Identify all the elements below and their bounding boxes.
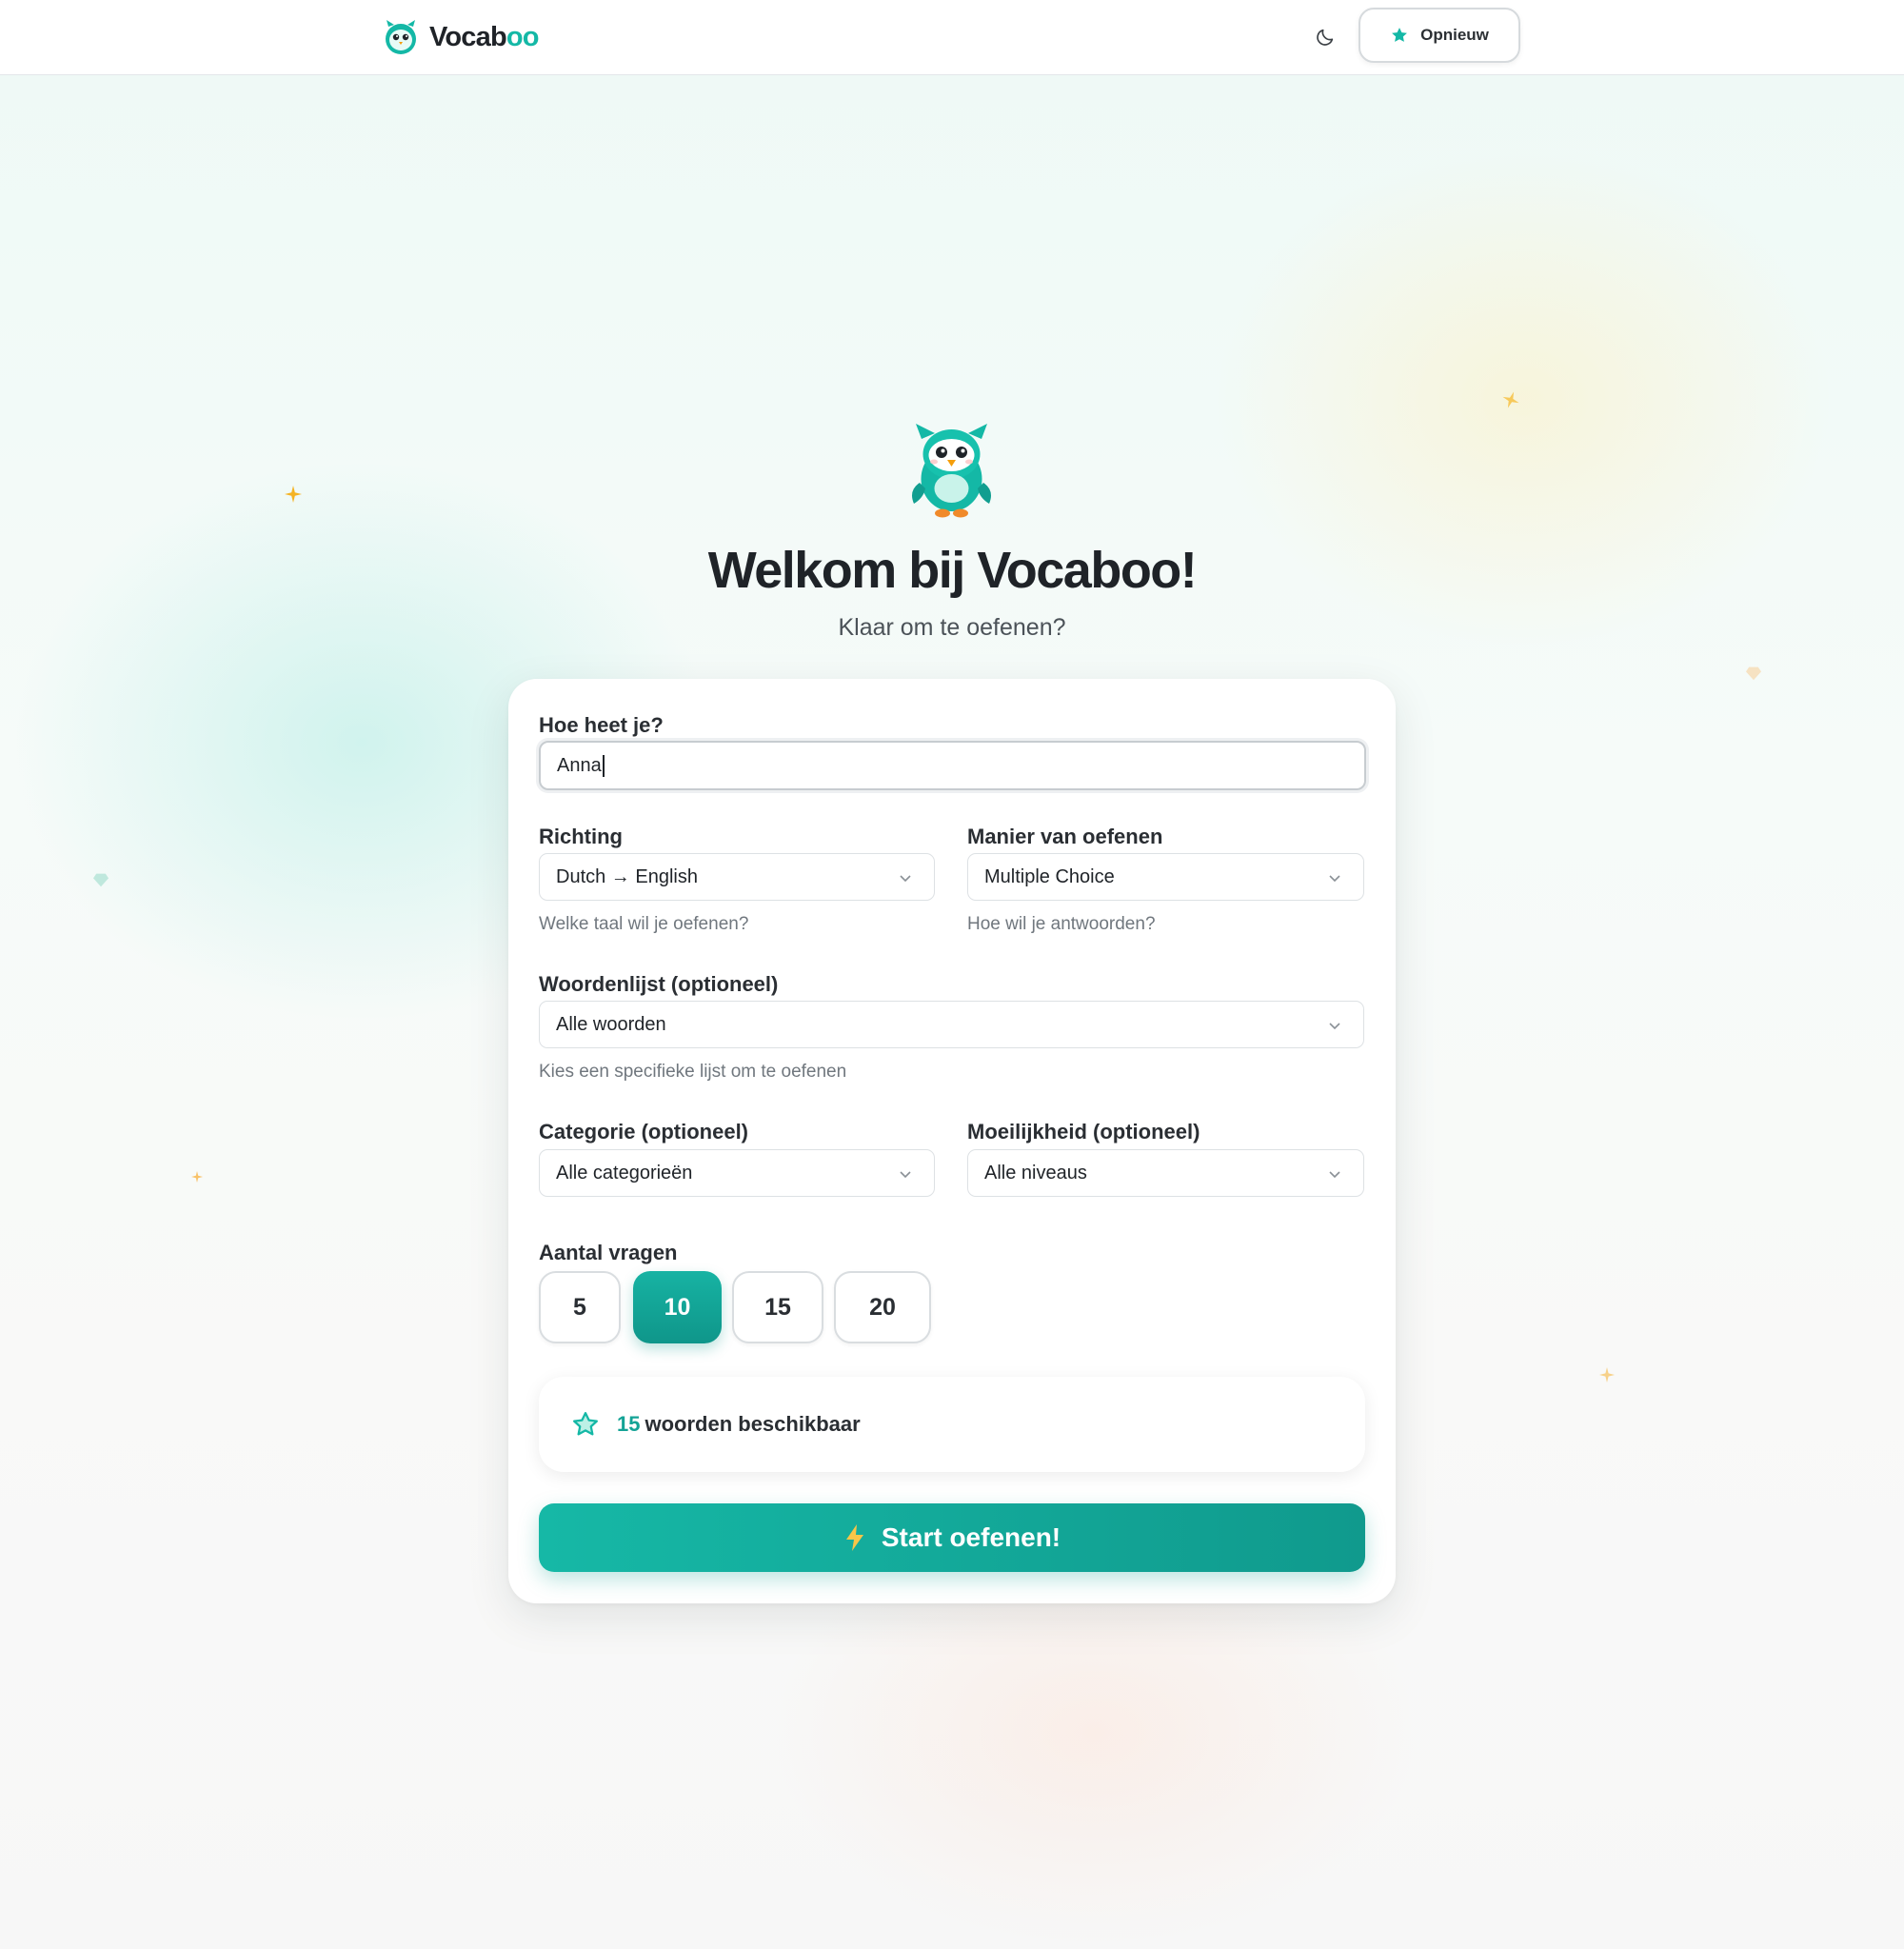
chevron-down-icon — [900, 875, 911, 883]
difficulty-select-value: Alle niveaus — [984, 1162, 1087, 1183]
logo-text: Vocaboo — [429, 21, 540, 52]
page-subtitle: Klaar om te oefenen? — [838, 614, 1066, 641]
restart-label: Opnieuw — [1420, 26, 1489, 44]
category-select-value: Alle categorieën — [556, 1162, 693, 1183]
restart-button[interactable]: Opnieuw — [1359, 8, 1520, 63]
mode-select-value: Multiple Choice — [984, 865, 1115, 887]
count-option-15[interactable]: 15 — [732, 1271, 823, 1343]
chevron-down-icon — [900, 1171, 911, 1179]
category-select[interactable]: Alle categorieën — [539, 1149, 935, 1197]
wordlist-select-value: Alle woorden — [556, 1013, 666, 1035]
practice-setup-card: Hoe heet je? Anna Richting Dutch → Engli… — [508, 679, 1396, 1603]
count-option-20[interactable]: 20 — [834, 1271, 931, 1343]
category-label: Categorie (optioneel) — [539, 1120, 749, 1144]
sparkle-icon — [1502, 391, 1519, 408]
sparkle-icon — [1599, 1367, 1615, 1382]
chevron-down-icon — [1329, 1023, 1340, 1030]
direction-label: Richting — [539, 825, 623, 848]
available-words-panel: 15 woorden beschikbaar — [539, 1377, 1365, 1472]
start-practice-button[interactable]: Start oefenen! — [539, 1503, 1365, 1572]
available-count: 15 — [617, 1412, 641, 1436]
star-icon — [1392, 28, 1408, 42]
mode-label: Manier van oefenen — [967, 825, 1163, 848]
lightning-icon — [845, 1524, 863, 1551]
name-label: Hoe heet je? — [539, 713, 664, 737]
question-count-label: Aantal vragen — [539, 1241, 678, 1264]
available-text: woorden beschikbaar — [645, 1412, 861, 1436]
mode-select[interactable]: Multiple Choice — [967, 853, 1364, 901]
difficulty-label: Moeilijkheid (optioneel) — [967, 1120, 1200, 1144]
gem-icon — [93, 873, 109, 887]
wordlist-select[interactable]: Alle woorden — [539, 1001, 1364, 1048]
owl-mascot-icon — [912, 424, 991, 518]
direction-select-value: Dutch → English — [556, 865, 698, 887]
owl-logo-icon — [386, 20, 416, 54]
wordlist-label: Woordenlijst (optioneel) — [539, 972, 779, 996]
sparkle-icon — [285, 486, 302, 503]
moon-icon — [1317, 29, 1334, 46]
chevron-down-icon — [1329, 875, 1340, 883]
wordlist-hint: Kies een specifieke lijst om te oefenen — [539, 1062, 847, 1082]
name-input-value: Anna — [557, 754, 602, 776]
logo[interactable]: Vocaboo — [383, 18, 540, 56]
mode-hint: Hoe wil je antwoorden? — [967, 914, 1156, 934]
top-bar: Vocaboo Opnieuw — [0, 0, 1904, 75]
star-icon — [573, 1412, 598, 1436]
direction-hint: Welke taal wil je oefenen? — [539, 914, 749, 934]
sparkle-icon — [191, 1171, 203, 1183]
direction-select[interactable]: Dutch → English — [539, 853, 935, 901]
chevron-down-icon — [1329, 1171, 1340, 1179]
page-title: Welkom bij Vocaboo! — [707, 542, 1198, 599]
count-option-5[interactable]: 5 — [539, 1271, 621, 1343]
gem-icon — [1746, 666, 1761, 681]
theme-toggle-button[interactable] — [1311, 23, 1339, 51]
name-input[interactable]: Anna — [539, 741, 1366, 790]
text-cursor — [602, 754, 605, 777]
count-option-10[interactable]: 10 — [633, 1271, 722, 1343]
difficulty-select[interactable]: Alle niveaus — [967, 1149, 1364, 1197]
start-practice-label: Start oefenen! — [881, 1522, 1061, 1552]
